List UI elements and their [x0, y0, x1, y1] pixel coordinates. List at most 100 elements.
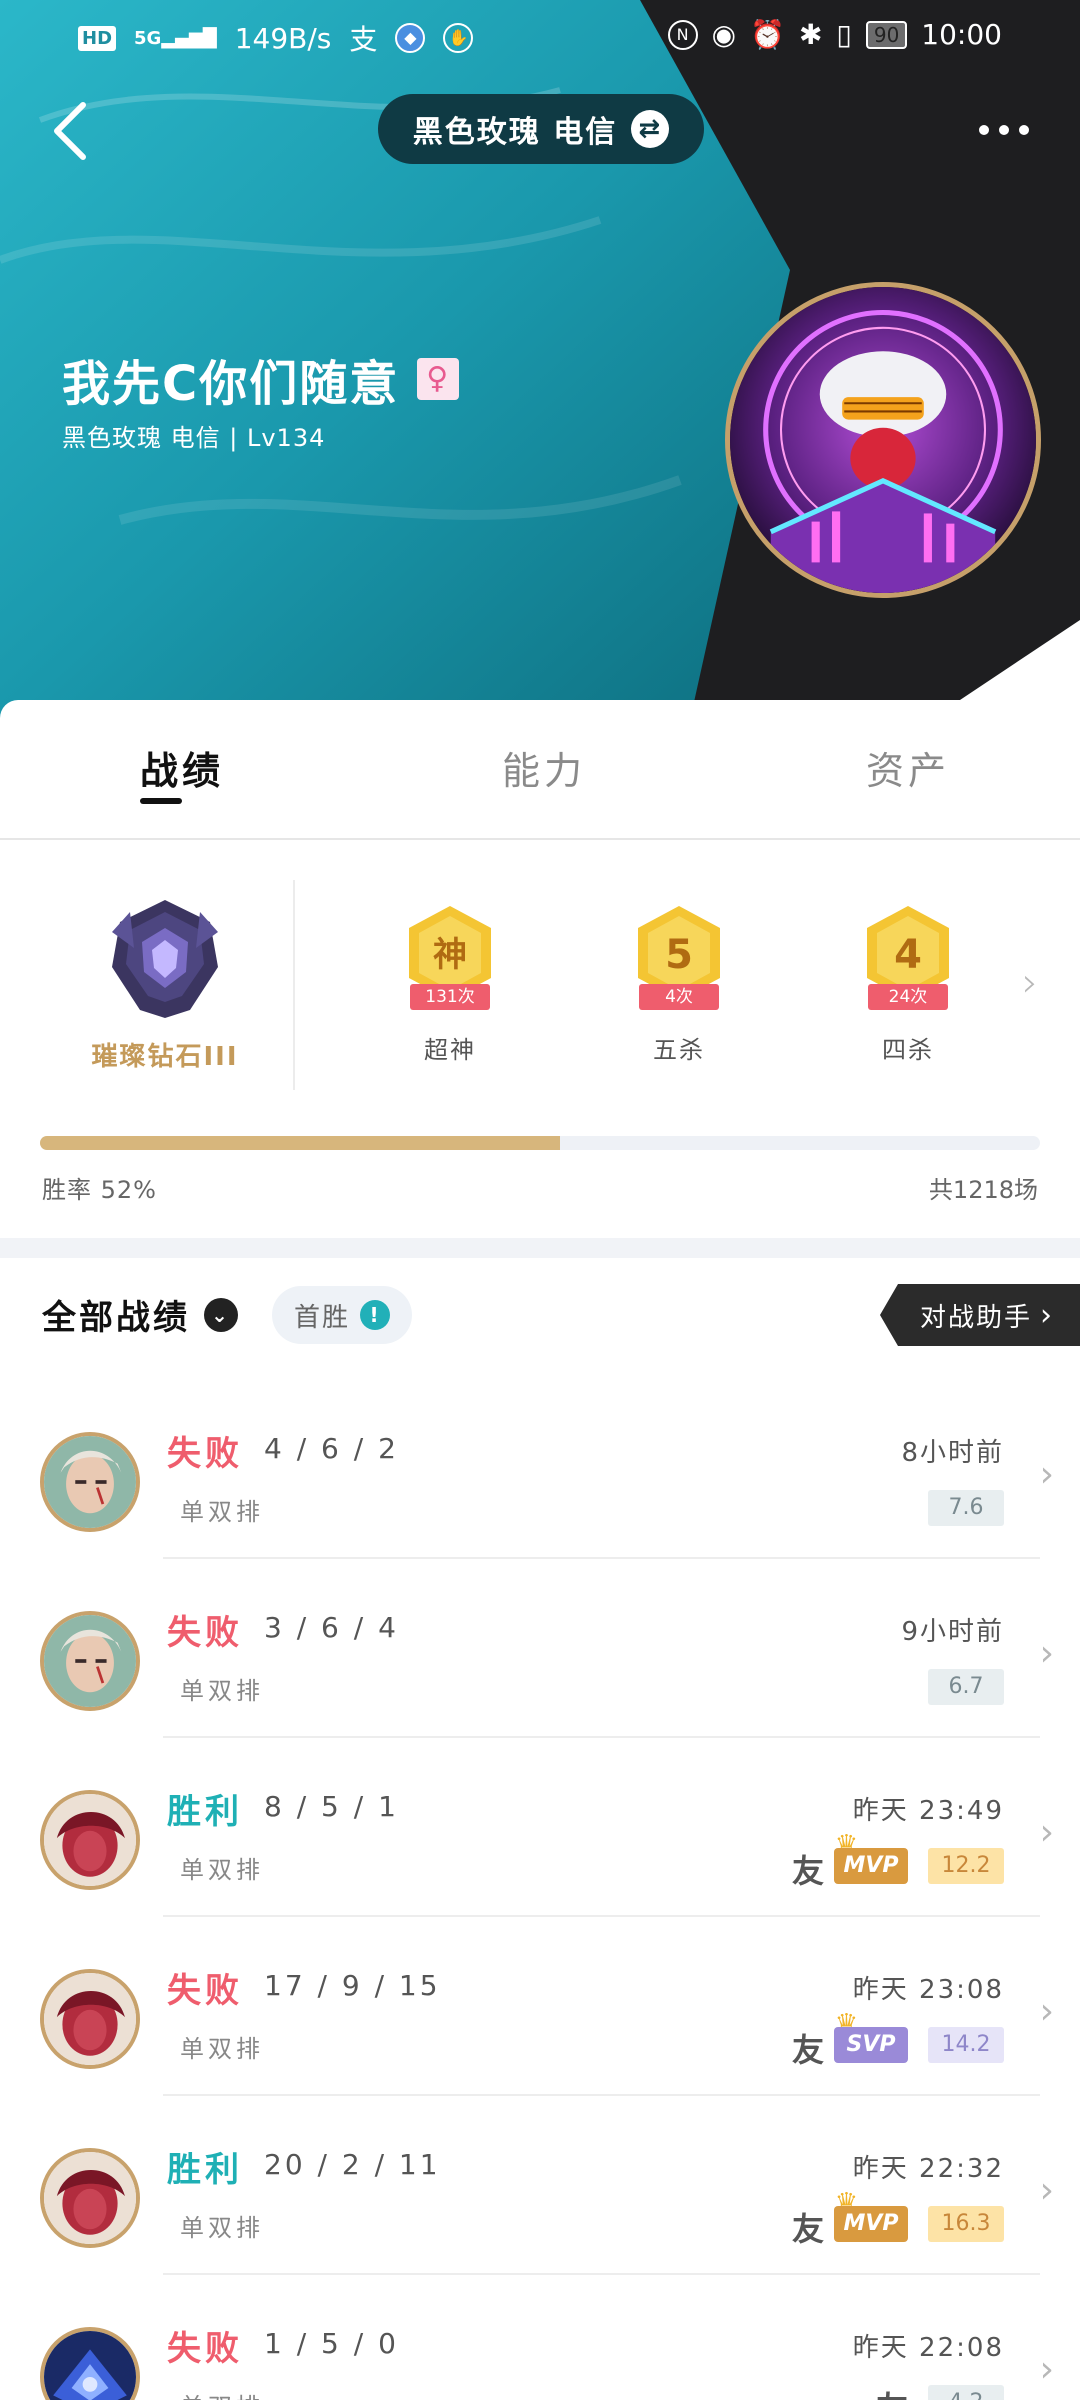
match-time: 昨天 23:08: [852, 1975, 1004, 2005]
section-divider: [0, 1238, 1080, 1258]
chevron-right-icon: ›: [1039, 2349, 1054, 2390]
clock: 10:00: [921, 18, 1002, 51]
achievements-more-chevron-icon[interactable]: ›: [1022, 960, 1038, 1006]
rank-card[interactable]: 璀璨钻石III: [40, 880, 290, 1100]
more-options-button[interactable]: [964, 100, 1044, 160]
match-kda: 20 / 2 / 11: [264, 2148, 441, 2181]
match-mode: 单双排: [180, 2035, 264, 2063]
match-time: 昨天 22:32: [852, 2154, 1004, 2184]
match-score: 16.3: [928, 2206, 1004, 2242]
match-kda: 17 / 9 / 15: [264, 1969, 441, 2002]
match-row[interactable]: 失败 3 / 6 / 4 单双排 9小时前 6.7 ›: [0, 1559, 1080, 1738]
chevron-left-icon: [54, 102, 86, 160]
match-time: 8小时前: [901, 1438, 1004, 1468]
performance-badge: SVP: [834, 2027, 908, 2063]
match-score: 14.2: [928, 2027, 1004, 2063]
achievement-legendary[interactable]: 神 131次 超神: [385, 900, 515, 1065]
rank-label: 璀璨钻石III: [91, 1042, 239, 1072]
player-name-row: 我先C你们随意 ♀: [62, 344, 460, 414]
match-kda: 1 / 5 / 0: [264, 2327, 399, 2360]
more-dot-icon: [999, 125, 1009, 135]
match-result: 失败: [167, 1434, 243, 1474]
win-rate-bar: [40, 1136, 1040, 1150]
match-time: 9小时前: [901, 1617, 1004, 1647]
stats-divider: [293, 880, 295, 1090]
player-name: 我先C你们随意: [62, 356, 400, 412]
friend-icon: 友: [876, 2383, 908, 2400]
signal-icon: 5G▂▄▆█: [134, 27, 217, 49]
back-button[interactable]: [36, 96, 106, 166]
friend-icon: 友: [791, 2031, 824, 2069]
svg-text:5: 5: [665, 932, 693, 978]
player-avatar[interactable]: [725, 282, 1041, 598]
server-switch-pill[interactable]: 黑色玫瑰 电信 ⇄: [378, 94, 704, 164]
match-row[interactable]: 失败 17 / 9 / 15 单双排 昨天 23:08 友 ♛ SVP 14.2…: [0, 1917, 1080, 2096]
bluetooth-icon: ✱: [798, 18, 823, 51]
match-result: 失败: [167, 1613, 243, 1653]
hand-icon: ✋: [443, 23, 474, 53]
match-result: 胜利: [167, 1792, 243, 1832]
server-name: 黑色玫瑰 电信: [412, 115, 618, 150]
female-icon: ♀: [417, 358, 460, 400]
vibrate-icon: ▯: [836, 18, 852, 51]
hero-avatar: [40, 1790, 140, 1890]
hero-avatar: [40, 1611, 140, 1711]
match-row[interactable]: 失败 4 / 6 / 2 单双排 8小时前 7.6 ›: [0, 1380, 1080, 1559]
chevron-right-icon: ›: [1040, 1297, 1054, 1333]
hero-avatar: [40, 1969, 140, 2069]
achievement-name: 四杀: [882, 1036, 934, 1064]
chevron-right-icon: ›: [1039, 1633, 1054, 1674]
achievement-count: 4次: [639, 984, 719, 1010]
swap-icon: ⇄: [631, 110, 670, 148]
tab-assets[interactable]: 资产: [866, 740, 950, 795]
svg-text:神: 神: [433, 935, 467, 975]
achievement-name: 超神: [424, 1036, 476, 1064]
match-score: 7.6: [928, 1490, 1004, 1526]
achievement-name: 五杀: [653, 1036, 705, 1064]
chevron-right-icon: ›: [1039, 2170, 1054, 2211]
hd-indicator: HD: [78, 25, 117, 51]
svg-text:4: 4: [894, 932, 922, 978]
match-row[interactable]: 失败 1 / 5 / 0 单双排 昨天 22:08 友 4.2 ›: [0, 2275, 1080, 2400]
eye-icon: ◉: [711, 18, 737, 51]
match-result: 失败: [167, 2329, 243, 2369]
achievement-penta-kill[interactable]: 5 4次 五杀: [614, 900, 744, 1065]
diamond-rank-icon: [100, 892, 230, 1022]
info-icon: !: [360, 1300, 390, 1330]
achievement-quadra-kill[interactable]: 4 24次 四杀: [843, 900, 973, 1065]
win-rate-bar-fill: [40, 1136, 560, 1150]
player-server-level: 黑色玫瑰 电信 | Lv134: [62, 424, 326, 452]
friend-icon: 友: [791, 2210, 824, 2248]
match-kda: 3 / 6 / 4: [264, 1611, 399, 1644]
match-time: 昨天 22:08: [852, 2333, 1004, 2363]
chevron-right-icon: ›: [1039, 1812, 1054, 1853]
chevron-right-icon: ›: [1039, 1454, 1054, 1495]
achievement-count: 131次: [410, 984, 490, 1010]
match-kda: 8 / 5 / 1: [264, 1790, 399, 1823]
match-mode: 单双排: [180, 1856, 264, 1884]
hero-avatar: [40, 1432, 140, 1532]
win-rate-label: 胜率 52%: [42, 1176, 157, 1204]
match-mode: 单双排: [180, 1677, 264, 1705]
match-time: 昨天 23:49: [852, 1796, 1004, 1826]
match-mode: 单双排: [180, 1498, 264, 1526]
hero-avatar: [40, 2327, 140, 2400]
tab-match-record[interactable]: 战绩: [140, 740, 224, 795]
chevron-right-icon: ›: [1039, 1991, 1054, 2032]
match-row[interactable]: 胜利 8 / 5 / 1 单双排 昨天 23:49 友 ♛ MVP 12.2 ›: [0, 1738, 1080, 1917]
match-filter-dropdown[interactable]: 全部战绩 ⌄: [42, 1290, 238, 1339]
match-score: 4.2: [928, 2385, 1004, 2400]
performance-badge: MVP: [834, 2206, 908, 2242]
hero-avatar: [40, 2148, 140, 2248]
battle-assistant-button[interactable]: 对战助手 ›: [880, 1284, 1080, 1346]
match-result: 胜利: [167, 2150, 243, 2190]
first-win-chip[interactable]: 首胜 !: [272, 1286, 412, 1344]
tab-ability[interactable]: 能力: [502, 740, 586, 795]
tab-bar: 战绩 能力 资产: [0, 700, 1080, 840]
match-row[interactable]: 胜利 20 / 2 / 11 单双排 昨天 22:32 友 ♛ MVP 16.3…: [0, 2096, 1080, 2275]
first-win-label: 首胜: [293, 1302, 350, 1333]
penta-kill-badge-icon: 5 4次: [624, 900, 734, 1010]
match-score: 12.2: [928, 1848, 1004, 1884]
performance-badge: MVP: [834, 1848, 908, 1884]
more-dot-icon: [979, 125, 989, 135]
